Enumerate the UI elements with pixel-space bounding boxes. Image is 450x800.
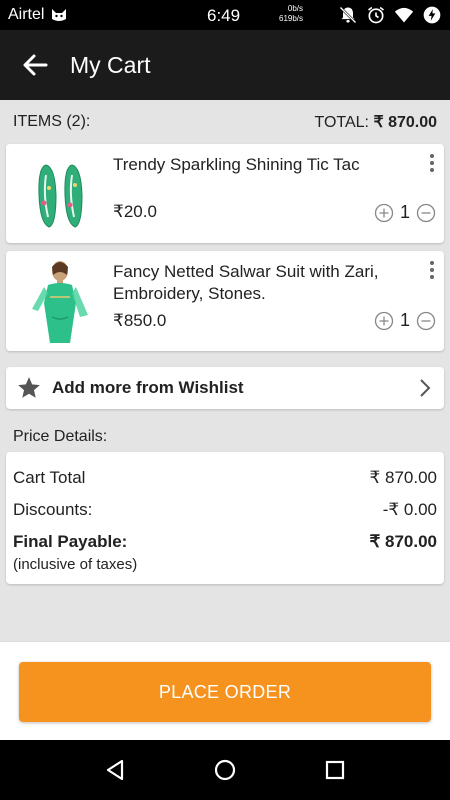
status-icons [338, 5, 442, 25]
notifications-off-icon [339, 6, 357, 24]
price-details-heading: Price Details: [13, 428, 108, 445]
quantity-value: 1 [399, 202, 410, 222]
cart-total-row: Cart Total ₹ 870.00 [13, 468, 437, 488]
cart-item[interactable]: Trendy Sparkling Shining Tic Tac ₹20.0 1 [6, 144, 444, 243]
final-payable-row: Final Payable: ₹ 870.00 [13, 532, 437, 552]
cart-total-label: Cart Total [13, 468, 86, 487]
final-payable-label: Final Payable: [13, 532, 128, 551]
cart-item[interactable]: Fancy Netted Salwar Suit with Zari, Embr… [6, 251, 444, 351]
discounts-value: -₹ 0.00 [382, 500, 437, 519]
final-payable-value: ₹ 870.00 [369, 532, 437, 551]
plus-circle-icon[interactable] [374, 311, 394, 331]
back-button[interactable] [0, 30, 70, 100]
nav-home-icon[interactable] [212, 757, 238, 783]
alarm-icon [368, 6, 384, 24]
checkout-bar: PLACE ORDER [0, 641, 450, 740]
quantity-stepper: 1 [374, 310, 436, 331]
battery-charging-icon [423, 6, 441, 24]
hair-clips-image [38, 164, 83, 228]
salwar-suit-image [32, 261, 88, 343]
wishlist-label: Add more from Wishlist [52, 378, 244, 397]
page-title: My Cart [70, 51, 151, 78]
upload-speed: 0b/s [287, 4, 304, 13]
status-bar: Airtel 6:49 0b/s 619b/s [0, 0, 450, 30]
product-price: ₹20.0 [113, 202, 157, 221]
nav-recents-icon[interactable] [322, 757, 348, 783]
plus-circle-icon[interactable] [374, 203, 394, 223]
notification-cat-icon [52, 9, 67, 21]
clock: 6:49 [207, 6, 241, 25]
product-name[interactable]: Fancy Netted Salwar Suit with Zari, Embr… [113, 261, 413, 305]
product-image-hair-clips[interactable] [14, 152, 106, 238]
item-menu-button[interactable] [426, 261, 438, 279]
quantity-value: 1 [399, 310, 410, 330]
carrier-name: Airtel [8, 6, 45, 23]
cart-total: TOTAL: ₹ 870.00 [314, 112, 437, 132]
minus-circle-icon[interactable] [416, 203, 436, 223]
star-icon [18, 377, 40, 398]
item-menu-button[interactable] [426, 154, 438, 172]
system-nav-bar [0, 740, 450, 800]
cart-total-value: ₹ 870.00 [369, 468, 437, 487]
price-details-card: Cart Total ₹ 870.00 Discounts: -₹ 0.00 F… [6, 452, 444, 584]
product-image-salwar-suit[interactable] [14, 259, 106, 345]
minus-circle-icon[interactable] [416, 311, 436, 331]
total-value: ₹ 870.00 [373, 114, 437, 131]
tax-note: (inclusive of taxes) [13, 556, 138, 573]
wifi-icon [394, 7, 414, 23]
nav-back-icon[interactable] [102, 757, 128, 783]
place-order-button[interactable]: PLACE ORDER [19, 662, 431, 722]
items-count: ITEMS (2): [13, 113, 91, 130]
cart-summary: ITEMS (2): TOTAL: ₹ 870.00 [0, 100, 450, 144]
arrow-left-icon [23, 54, 48, 76]
add-from-wishlist-button[interactable]: Add more from Wishlist [6, 367, 444, 409]
total-label: TOTAL: [314, 114, 369, 131]
quantity-stepper: 1 [374, 202, 436, 223]
network-speed: 0b/s 619b/s [279, 4, 303, 24]
discounts-label: Discounts: [13, 500, 93, 519]
chevron-right-icon [420, 379, 431, 397]
download-speed: 619b/s [279, 14, 304, 23]
app-bar: My Cart [0, 30, 450, 100]
product-name[interactable]: Trendy Sparkling Shining Tic Tac [113, 154, 413, 176]
discounts-row: Discounts: -₹ 0.00 [13, 500, 437, 520]
product-price: ₹850.0 [113, 311, 167, 330]
